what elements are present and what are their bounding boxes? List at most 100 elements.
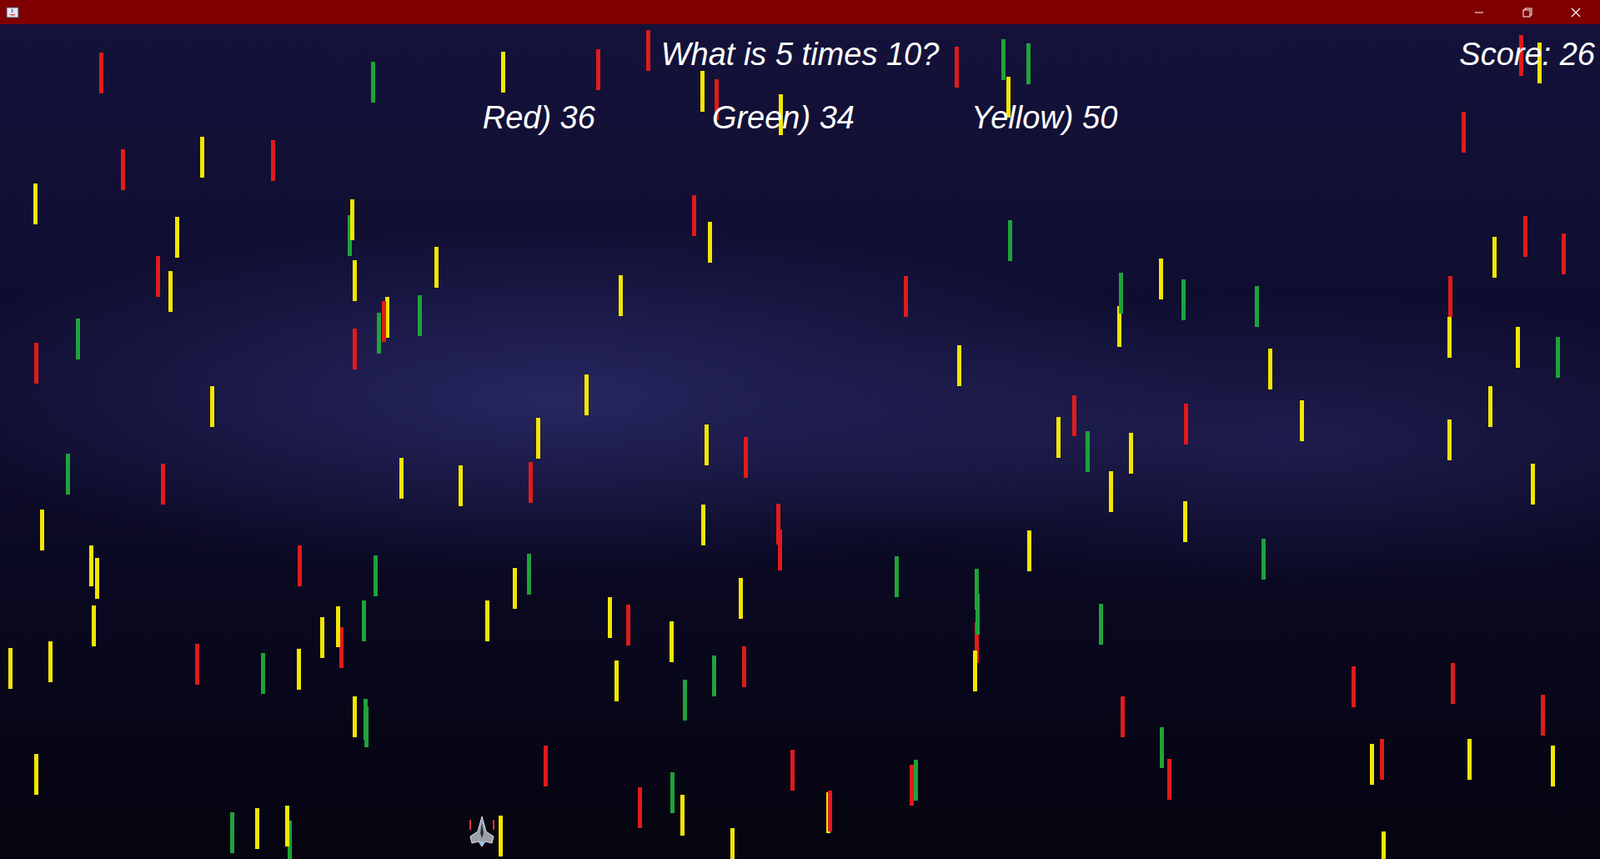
falling-bar (790, 749, 795, 791)
falling-bar (1461, 111, 1466, 153)
falling-bar (1159, 727, 1164, 768)
falling-bar (336, 606, 341, 648)
falling-bar (160, 463, 166, 505)
falling-bar (1026, 43, 1031, 85)
restore-icon[interactable] (1503, 0, 1552, 25)
falling-bar (34, 753, 39, 795)
falling-bar (1369, 743, 1375, 785)
falling-bar (1299, 400, 1305, 442)
falling-bar (584, 374, 589, 416)
falling-bar (373, 555, 378, 597)
falling-bar (1183, 403, 1189, 445)
falling-bar (1448, 275, 1453, 317)
falling-bar (297, 545, 302, 587)
falling-bar (1467, 738, 1472, 780)
falling-bar (637, 787, 643, 828)
falling-bar (1540, 694, 1545, 736)
minimize-icon[interactable] (1454, 0, 1504, 25)
falling-bar (296, 648, 301, 690)
falling-bar (701, 504, 706, 546)
falling-bar (1561, 233, 1566, 275)
falling-bar (352, 260, 357, 301)
spaceship-icon[interactable] (463, 812, 501, 850)
close-icon[interactable] (1551, 0, 1600, 25)
falling-bar (1523, 215, 1528, 257)
falling-bar (8, 647, 13, 689)
falling-bar (954, 46, 959, 88)
falling-bar (1158, 258, 1164, 300)
falling-bar (1098, 603, 1104, 645)
falling-bar (1379, 738, 1385, 780)
falling-bar (1268, 348, 1273, 390)
falling-bar (742, 646, 747, 688)
falling-bar (682, 679, 688, 721)
falling-bar (168, 270, 173, 312)
falling-bar (700, 70, 705, 112)
falling-bar (1492, 236, 1497, 278)
falling-bar (1001, 39, 1006, 81)
falling-bar (618, 275, 623, 316)
falling-bar (626, 604, 631, 646)
falling-bar (210, 386, 215, 427)
falling-bar (1254, 285, 1259, 327)
falling-bar (376, 312, 382, 354)
falling-bar (48, 641, 53, 683)
falling-bar (361, 600, 367, 642)
falling-bar (646, 30, 651, 71)
falling-bar (89, 545, 94, 587)
falling-bar (536, 417, 541, 459)
title-bar (0, 0, 1600, 25)
falling-bar (399, 457, 404, 499)
falling-bar (1447, 419, 1452, 461)
falling-bar (417, 295, 422, 337)
falling-bar (1351, 666, 1356, 708)
falling-bar (200, 136, 205, 178)
falling-bar (543, 745, 548, 787)
falling-bar (33, 183, 38, 225)
falling-bar (512, 567, 517, 609)
falling-bar (320, 616, 325, 658)
falling-bar (1008, 220, 1013, 261)
falling-bar (1550, 745, 1555, 787)
falling-bar (827, 790, 833, 832)
answer-option: Yellow) 50 (971, 99, 1118, 138)
falling-bar (498, 815, 503, 857)
falling-bar (1488, 386, 1493, 427)
falling-bar (485, 600, 490, 642)
falling-bar (371, 61, 376, 103)
falling-bar (458, 465, 463, 507)
answer-option: Green) 34 (712, 99, 855, 138)
falling-bar (195, 643, 200, 685)
falling-bar (957, 345, 962, 387)
falling-bar (743, 436, 748, 478)
falling-bar (270, 140, 276, 181)
falling-bar (738, 577, 743, 619)
falling-bar (680, 794, 685, 836)
falling-bar (1555, 336, 1560, 378)
falling-bar (913, 759, 918, 801)
falling-bar (1120, 696, 1125, 738)
falling-bar (692, 195, 697, 236)
falling-bar (381, 300, 387, 342)
falling-bar (528, 461, 533, 503)
falling-bar (1515, 326, 1520, 368)
falling-bar (1530, 463, 1535, 505)
falling-bar (155, 255, 161, 297)
falling-bar (230, 812, 235, 853)
falling-bar (34, 342, 39, 384)
falling-bar (91, 605, 96, 647)
falling-bar (707, 221, 713, 263)
java-icon (0, 0, 25, 25)
falling-bar (352, 328, 357, 370)
game-field: What is 5 times 10? Score: 26 Red) 36Gre… (0, 24, 1600, 859)
falling-bar (1056, 416, 1061, 458)
falling-bar (607, 596, 612, 638)
falling-bar (1183, 501, 1188, 542)
falling-bar (501, 51, 506, 93)
falling-bar (712, 655, 717, 697)
falling-bar (730, 827, 735, 859)
falling-bar (40, 509, 45, 551)
falling-bar (175, 216, 180, 258)
falling-bar (1181, 279, 1186, 321)
falling-bar (434, 246, 439, 288)
